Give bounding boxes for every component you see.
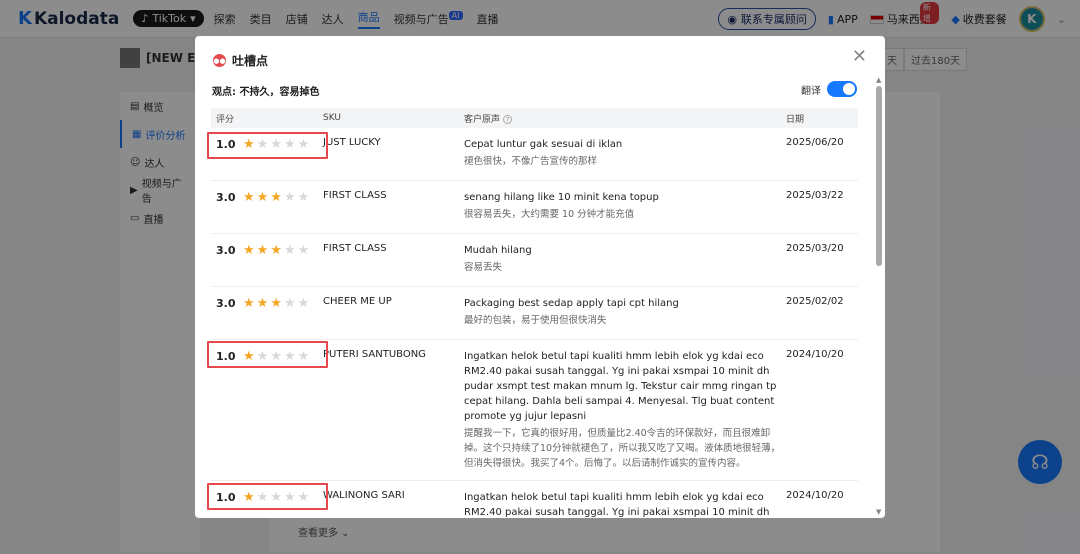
star-icon: ★	[283, 296, 296, 311]
review-original: Mudah hilang	[464, 245, 532, 256]
info-icon[interactable]: ?	[503, 114, 513, 124]
star-icon: ★	[256, 243, 269, 258]
rating-cell: 3.0 ★ ★ ★ ★ ★	[211, 181, 323, 204]
close-icon[interactable]: ✕	[852, 46, 867, 67]
rating-highlight-box	[207, 341, 328, 368]
header-voice-label: 客户原声	[464, 114, 501, 125]
viewpoint-text: 观点: 不持久，容易掉色	[212, 87, 320, 98]
star-icon: ★	[283, 243, 296, 258]
star-rating: ★ ★ ★ ★ ★	[243, 297, 309, 310]
review-original: senang hilang like 10 minit kena topup	[464, 192, 659, 203]
date-cell: 2025/06/20	[786, 137, 844, 148]
review-translation: 容易丢失	[464, 262, 503, 273]
star-icon: ★	[297, 243, 310, 258]
star-icon: ★	[297, 190, 310, 205]
sku-cell: FIRST CLASS	[323, 190, 387, 201]
sku-cell: CHEER ME UP	[323, 296, 392, 307]
review-original: Cepat luntur gak sesuai di iklan	[464, 139, 623, 150]
header-date: 日期	[786, 114, 805, 125]
rating-highlight-box	[207, 483, 328, 510]
sku-cell: WALINONG SARI	[323, 490, 405, 501]
star-rating: ★ ★ ★ ★ ★	[243, 244, 309, 257]
star-icon: ★	[256, 296, 269, 311]
star-rating: ★ ★ ★ ★ ★	[243, 191, 309, 204]
date-cell: 2024/10/20	[786, 349, 844, 360]
reviews-table: 评分 SKU 客户原声? 日期 1.0 ★ ★ ★ ★ ★ JUST LUCKY Cepat …	[211, 108, 858, 518]
star-icon: ★	[243, 296, 255, 311]
translate-control: 翻译	[801, 81, 857, 97]
date-cell: 2025/02/02	[786, 296, 844, 307]
date-cell: 2024/10/20	[786, 490, 844, 501]
translate-toggle[interactable]	[827, 81, 857, 97]
date-cell: 2025/03/22	[786, 190, 844, 201]
rating-cell: 3.0 ★ ★ ★ ★ ★	[211, 234, 323, 257]
review-original: Ingatkan helok betul tapi kualiti hmm le…	[464, 492, 770, 518]
sku-cell: FIRST CLASS	[323, 243, 387, 254]
complaint-icon: ●●	[213, 54, 226, 67]
voice-cell: Ingatkan helok betul tapi kualiti hmm le…	[464, 340, 786, 471]
voice-cell: Ingatkan helok betul tapi kualiti hmm le…	[464, 481, 786, 518]
modal-scrollbar[interactable]: ▲ ▼	[876, 76, 882, 516]
voice-cell: Packaging best sedap apply tapi cpt hila…	[464, 287, 786, 328]
date-cell: 2025/03/20	[786, 243, 844, 254]
translate-label: 翻译	[801, 85, 821, 97]
star-icon: ★	[283, 190, 296, 205]
rating-cell: 3.0 ★ ★ ★ ★ ★	[211, 287, 323, 310]
table-row: 3.0 ★ ★ ★ ★ ★ FIRST CLASS senang hilang like 10…	[211, 181, 858, 234]
modal-title: ●● 吐槽点	[213, 52, 268, 69]
table-row: 3.0 ★ ★ ★ ★ ★ CHEER ME UP Packaging best sedap …	[211, 287, 858, 340]
table-row: 3.0 ★ ★ ★ ★ ★ FIRST CLASS Mudah hilang 容易丢失 2025/…	[211, 234, 858, 287]
rating-highlight-box	[207, 132, 328, 159]
header-rating: 评分	[216, 114, 235, 125]
voice-cell: Mudah hilang 容易丢失	[464, 234, 786, 275]
star-icon: ★	[256, 190, 269, 205]
review-translation: 提醒我一下，它真的很好用，但质量比2.40令吉的环保款好，而且很难卸掉。这个只持…	[464, 428, 781, 469]
sku-cell: JUST LUCKY	[323, 137, 381, 148]
complaints-modal: ●● 吐槽点 ✕ 观点: 不持久，容易掉色 翻译 评分 SKU 客户原声? 日期…	[195, 36, 885, 518]
review-original: Ingatkan helok betul tapi kualiti hmm le…	[464, 351, 777, 422]
review-translation: 褪色很快，不像广告宣传的那样	[464, 156, 598, 167]
star-icon: ★	[297, 296, 310, 311]
star-icon: ★	[270, 190, 282, 205]
review-translation: 最好的包装，易于使用但很快消失	[464, 315, 607, 326]
modal-title-text: 吐槽点	[232, 54, 269, 68]
scroll-up-icon[interactable]: ▲	[876, 76, 881, 84]
scroll-thumb[interactable]	[876, 86, 882, 266]
rating-value: 3.0	[216, 297, 236, 310]
header-voice: 客户原声?	[464, 112, 786, 125]
review-translation: 很容易丢失，大约需要 10 分钟才能充值	[464, 209, 635, 220]
review-original: Packaging best sedap apply tapi cpt hila…	[464, 298, 679, 309]
table-body: 1.0 ★ ★ ★ ★ ★ JUST LUCKY Cepat luntur gak sesua…	[211, 128, 858, 518]
star-icon: ★	[243, 243, 255, 258]
voice-cell: Cepat luntur gak sesuai di iklan 褪色很快，不像广…	[464, 128, 786, 169]
table-header: 评分 SKU 客户原声? 日期	[211, 108, 858, 128]
voice-cell: senang hilang like 10 minit kena topup 很容…	[464, 181, 786, 222]
header-sku: SKU	[323, 113, 341, 123]
star-icon: ★	[270, 296, 282, 311]
rating-value: 3.0	[216, 244, 236, 257]
star-icon: ★	[270, 243, 282, 258]
rating-value: 3.0	[216, 191, 236, 204]
scroll-down-icon[interactable]: ▼	[876, 508, 881, 516]
sku-cell: PUTERI SANTUBONG	[323, 349, 426, 360]
star-icon: ★	[243, 190, 255, 205]
